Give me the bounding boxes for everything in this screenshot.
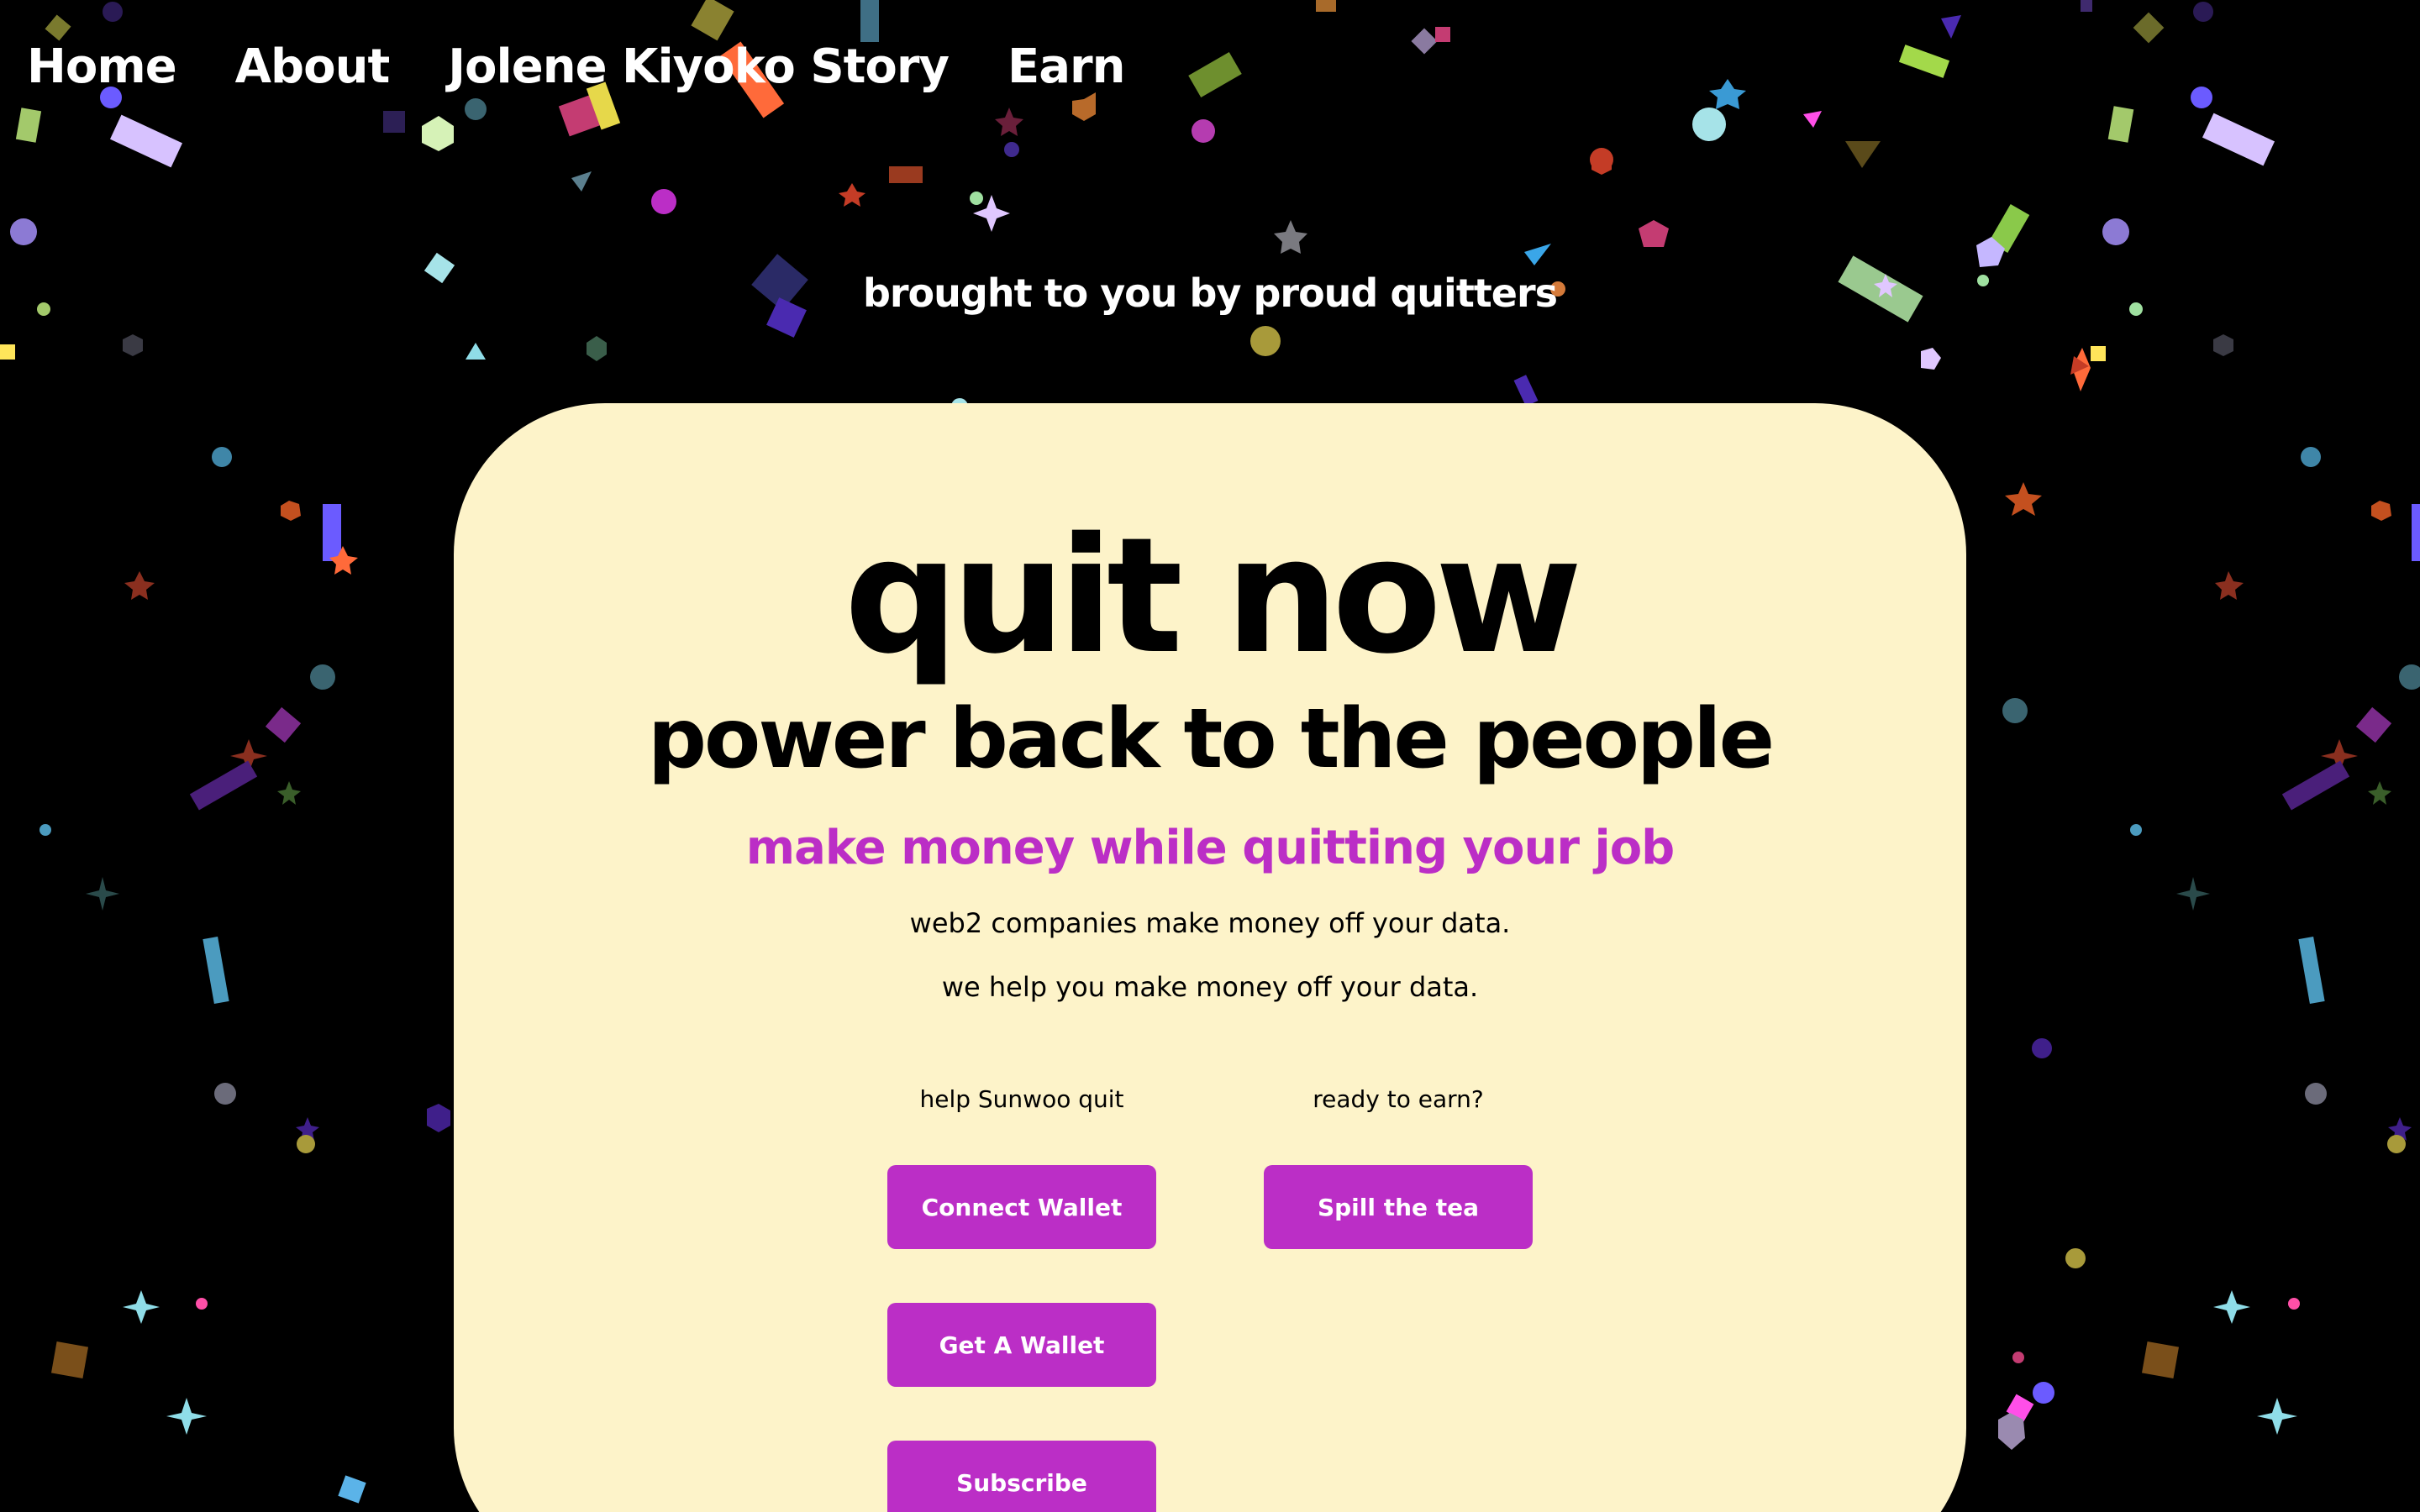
nav-link-home[interactable]: Home <box>27 34 177 101</box>
connect-wallet-button[interactable]: Connect Wallet <box>887 1165 1156 1249</box>
get-wallet-button[interactable]: Get A Wallet <box>887 1303 1156 1387</box>
subscribe-button[interactable]: Subscribe <box>887 1441 1156 1512</box>
main-nav: Home About Jolene Kiyoko Story Earn <box>27 34 1184 101</box>
nav-link-about[interactable]: About <box>235 34 391 101</box>
spill-the-tea-button[interactable]: Spill the tea <box>1264 1165 1533 1249</box>
body-text-line-1: web2 companies make money off your data. <box>909 907 1511 939</box>
hero-title: quit now <box>844 503 1583 689</box>
nav-link-earn[interactable]: Earn <box>1007 34 1126 101</box>
hero-subtitle: power back to the people <box>647 691 1775 787</box>
ready-to-earn-label: ready to earn? <box>1313 1085 1484 1113</box>
hero-pitch: make money while quitting your job <box>745 821 1676 875</box>
nav-link-jolene-kiyoko-story[interactable]: Jolene Kiyoko Story <box>448 34 950 101</box>
body-text-line-2: we help you make money off your data. <box>941 971 1479 1003</box>
help-quit-label: help Sunwoo quit <box>919 1085 1124 1113</box>
tagline: brought to you by proud quitters <box>862 270 1558 316</box>
